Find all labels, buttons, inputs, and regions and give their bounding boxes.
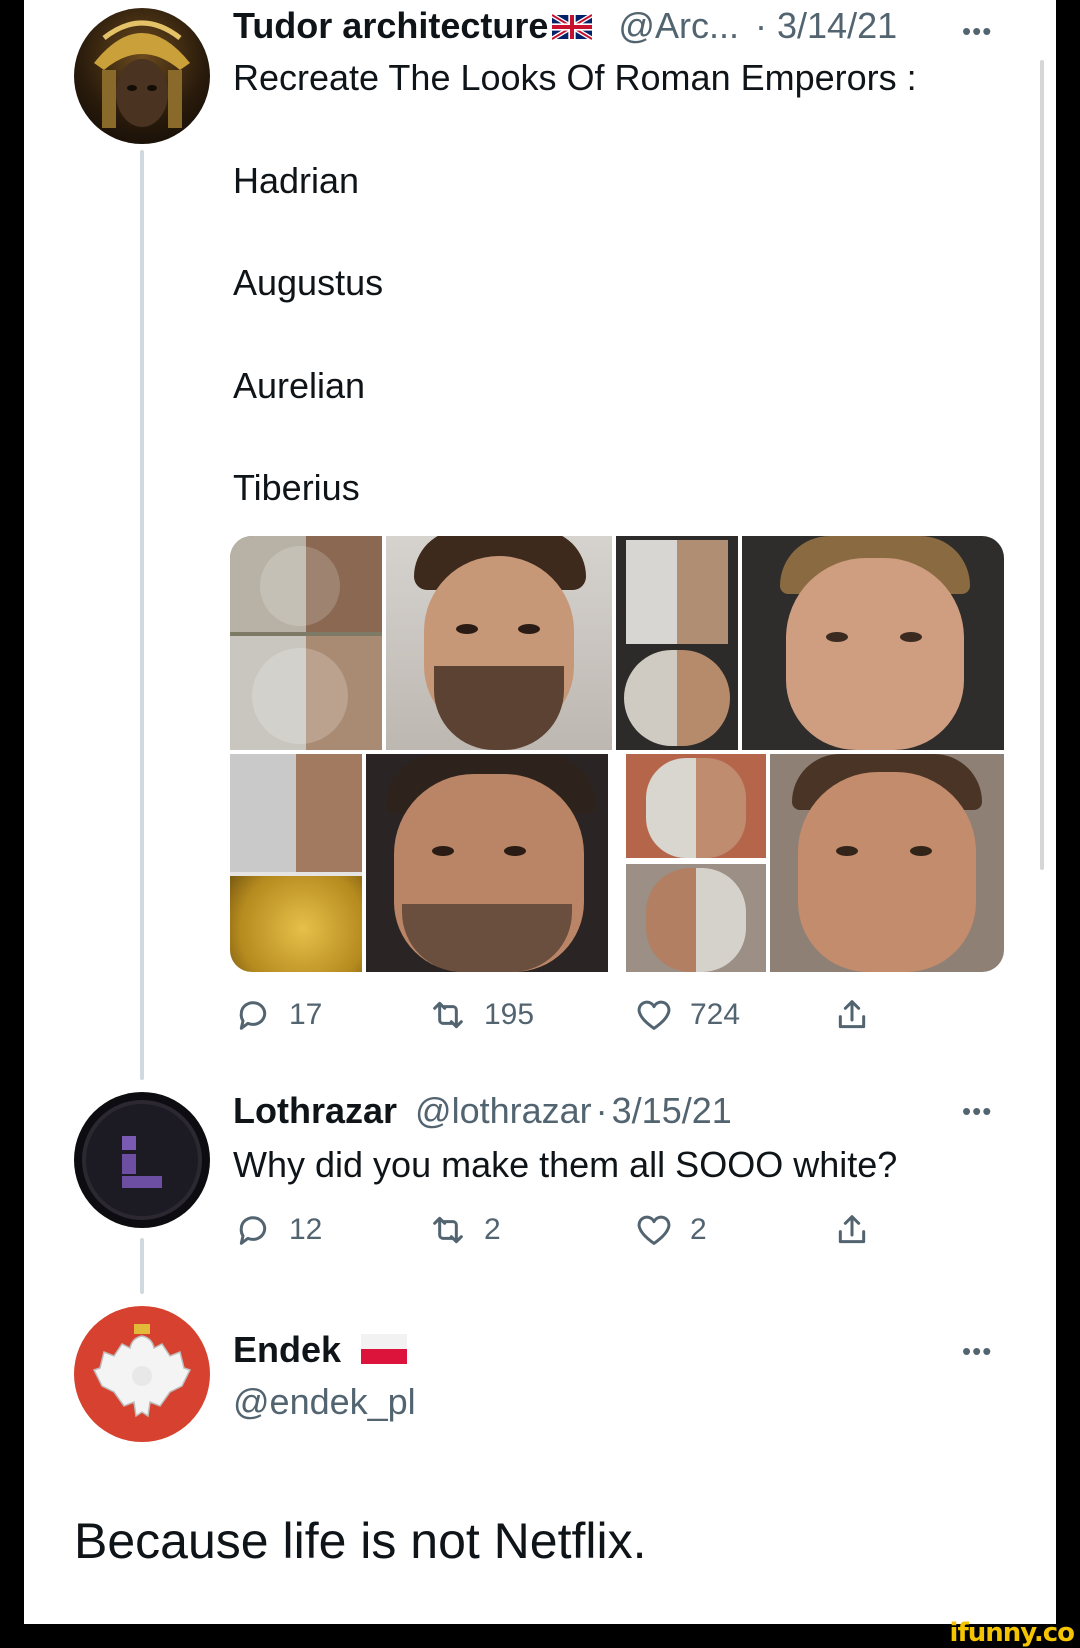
author-handle[interactable]: @endek_pl — [233, 1380, 416, 1424]
augustus-statue-split[interactable] — [616, 536, 738, 750]
avatar[interactable] — [74, 8, 210, 144]
author-name[interactable]: Endek — [233, 1329, 341, 1370]
media-grid[interactable] — [230, 536, 1004, 972]
tweet-date[interactable]: 3/15/21 — [612, 1090, 732, 1131]
reply-button[interactable]: 17 — [233, 995, 322, 1035]
emperor-name: Aurelian — [233, 365, 366, 406]
share-button[interactable] — [832, 995, 872, 1035]
retweet-icon — [433, 1216, 463, 1244]
helmet-icon — [94, 20, 190, 128]
thread-line — [140, 1238, 144, 1294]
tweet-header: Tudor architecture @Arc... · 3/14/21 — [233, 4, 897, 50]
augustus-reconstruction[interactable] — [742, 536, 1004, 750]
more-options-icon[interactable]: ••• — [962, 16, 992, 47]
tweet-text: Recreate The Looks Of Roman Emperors : — [233, 57, 917, 98]
hadrian-statue-split[interactable] — [230, 536, 382, 750]
retweet-button[interactable]: 195 — [428, 995, 534, 1035]
poland-flag-icon — [361, 1330, 408, 1374]
reply-count: 12 — [289, 1213, 323, 1246]
retweet-count: 195 — [484, 998, 535, 1031]
retweet-button[interactable]: 2 — [428, 1210, 501, 1250]
separator: · — [754, 5, 767, 46]
aurelian-statue-split[interactable] — [230, 754, 362, 972]
emperor-name: Hadrian — [233, 160, 360, 201]
tweet-text: Why did you make them all SOOO white? — [233, 1144, 898, 1185]
reply-icon — [239, 1216, 267, 1245]
aurelian-reconstruction[interactable] — [366, 754, 608, 972]
letter-l-logo-icon — [82, 1100, 202, 1220]
tweet-header: Lothrazar @lothrazar · 3/15/21 — [233, 1089, 732, 1133]
footer-bar — [0, 1624, 1080, 1644]
tiberius-statue-split[interactable] — [626, 754, 766, 972]
tiberius-reconstruction[interactable] — [770, 754, 1004, 972]
like-count: 2 — [690, 1213, 707, 1246]
separator: · — [595, 1090, 608, 1131]
scrollbar[interactable] — [1040, 60, 1044, 870]
share-button[interactable] — [832, 1210, 872, 1250]
thread-line — [140, 150, 144, 1080]
reply-icon — [239, 1001, 267, 1030]
white-eagle-icon — [92, 1324, 192, 1418]
retweet-count: 2 — [484, 1213, 501, 1246]
uk-flag-icon — [551, 6, 594, 50]
more-options-icon[interactable]: ••• — [962, 1096, 992, 1127]
author-handle[interactable]: @lothrazar — [415, 1090, 592, 1131]
emperor-name: Tiberius — [233, 467, 360, 508]
heart-icon — [637, 1215, 671, 1245]
retweet-icon — [433, 1001, 463, 1029]
emperor-name: Augustus — [233, 262, 384, 303]
author-name[interactable]: Tudor architecture — [233, 5, 548, 46]
author-line: Endek — [233, 1328, 408, 1374]
reply-button[interactable]: 12 — [233, 1210, 322, 1250]
reply-count: 17 — [289, 998, 323, 1031]
like-button[interactable]: 724 — [634, 995, 740, 1035]
share-icon — [838, 1215, 866, 1244]
share-icon — [838, 1000, 866, 1029]
tweet-text: Because life is not Netflix. — [74, 1513, 647, 1569]
tweet-date[interactable]: 3/14/21 — [777, 5, 897, 46]
more-options-icon[interactable]: ••• — [962, 1336, 992, 1367]
heart-icon — [637, 1000, 671, 1030]
like-count: 724 — [690, 998, 741, 1031]
avatar[interactable] — [74, 1092, 210, 1228]
like-button[interactable]: 2 — [634, 1210, 707, 1250]
author-name[interactable]: Lothrazar — [233, 1090, 397, 1131]
hadrian-reconstruction[interactable] — [386, 536, 612, 750]
avatar[interactable] — [74, 1306, 210, 1442]
author-handle[interactable]: @Arc... — [618, 5, 739, 46]
